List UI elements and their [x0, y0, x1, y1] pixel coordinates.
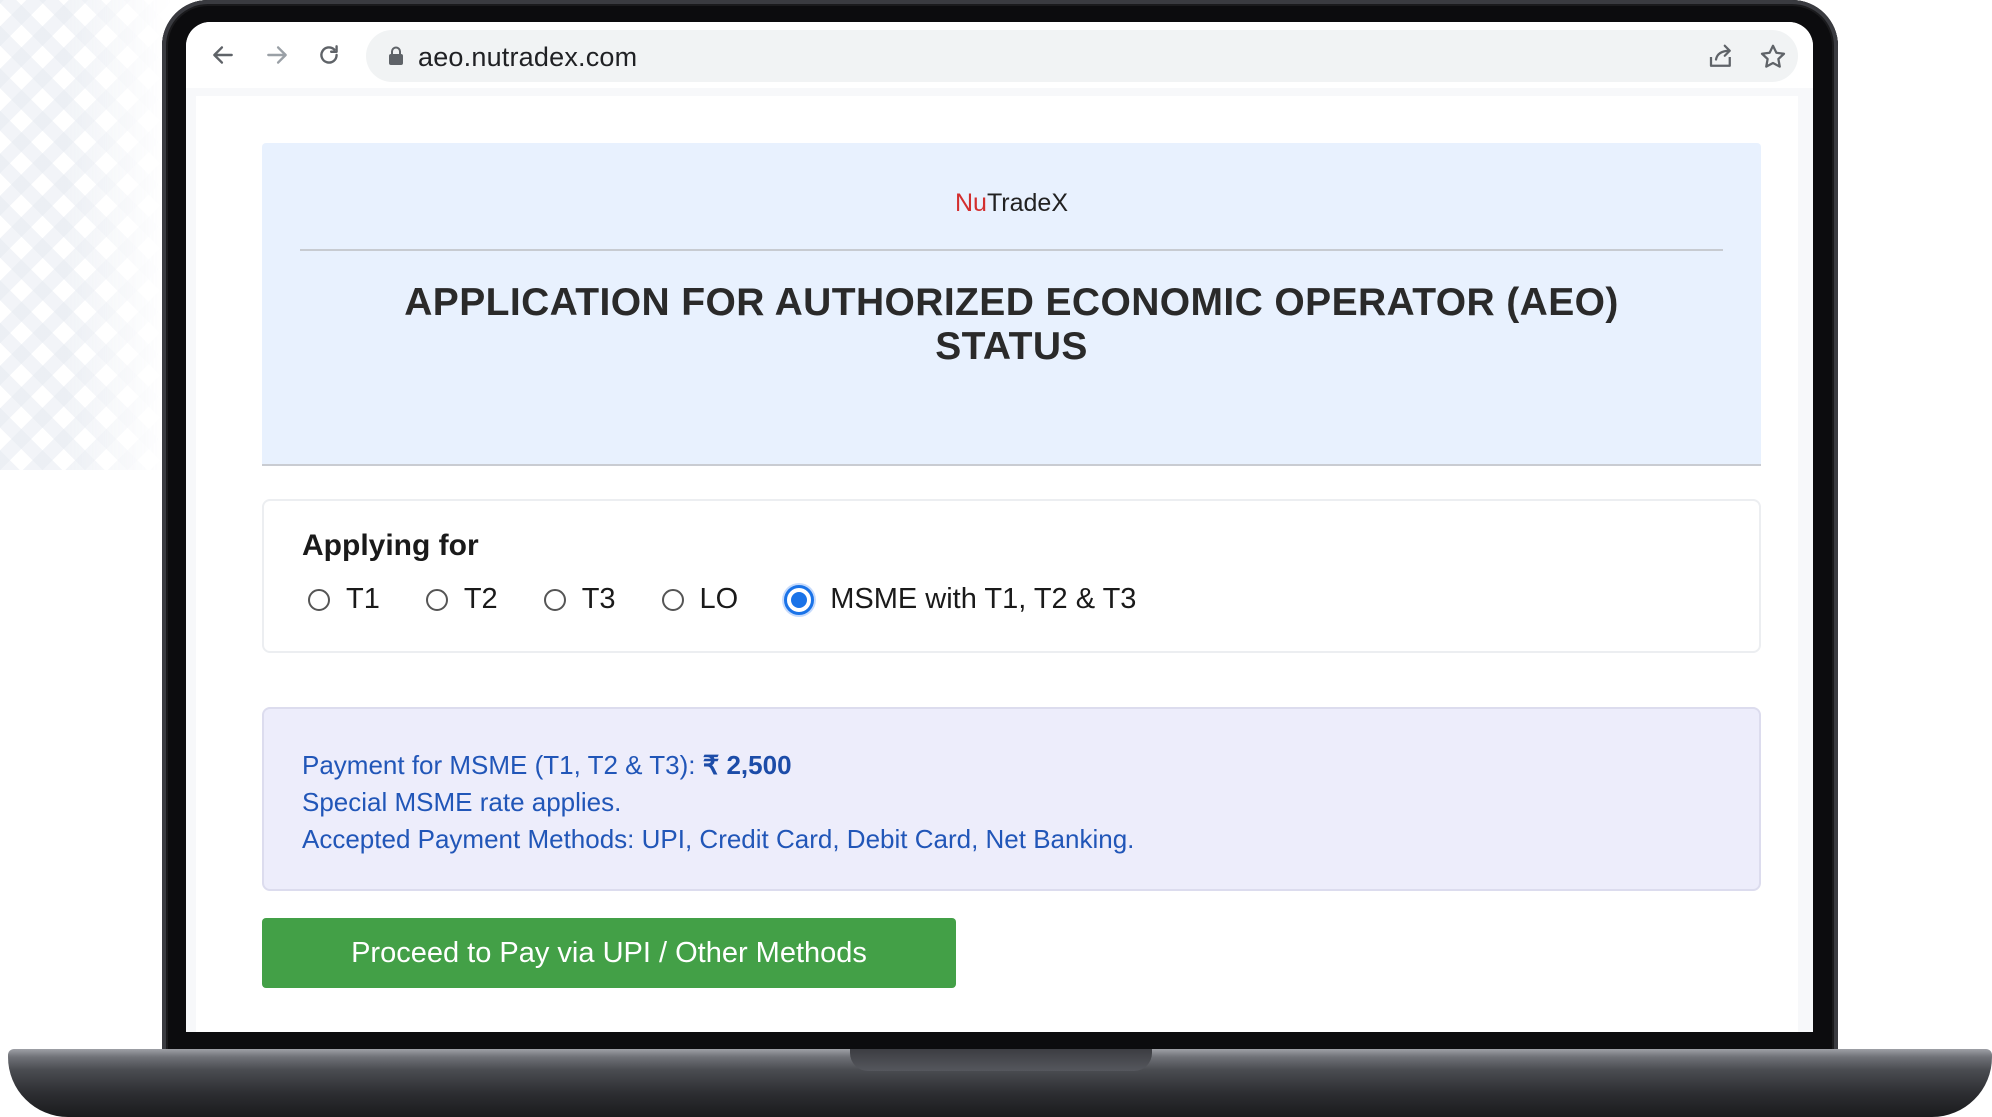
payment-line-prefix: Payment for MSME (T1, T2 & T3):: [302, 750, 703, 780]
radio-t3[interactable]: [543, 588, 566, 611]
reload-button[interactable]: [312, 38, 346, 72]
brand-prefix: Nu: [954, 189, 987, 217]
share-icon[interactable]: [1706, 42, 1736, 72]
brand-logo: NuTradeX: [262, 189, 1761, 218]
payment-info-box: Payment for MSME (T1, T2 & T3): ₹ 2,500 …: [262, 707, 1761, 891]
laptop-notch: [850, 1049, 1152, 1071]
browser-toolbar: aeo.nutradex.com: [186, 22, 1813, 88]
option-lo[interactable]: LO: [661, 583, 739, 616]
payment-amount: ₹ 2,500: [702, 750, 792, 780]
option-t3[interactable]: T3: [543, 583, 616, 616]
reload-icon: [320, 45, 338, 64]
option-label: T2: [463, 583, 498, 615]
option-label: MSME with T1, T2 & T3: [830, 583, 1137, 615]
option-msme[interactable]: MSME with T1, T2 & T3: [784, 583, 1136, 616]
page-viewport: NuTradeX APPLICATION FOR AUTHORIZED ECON…: [186, 88, 1813, 1032]
back-arrow-icon: [213, 46, 233, 64]
stage: aeo.nutradex.com NuTradeX APPLICATION FO…: [0, 0, 1992, 1117]
forward-button[interactable]: [260, 38, 294, 72]
applying-for-section: Applying for T1 T2 T3 LO MSME with T1, T…: [262, 499, 1761, 653]
option-label: LO: [699, 583, 739, 615]
applying-for-options: T1 T2 T3 LO MSME with T1, T2 & T3: [308, 583, 1182, 616]
lock-icon: [389, 46, 403, 65]
payment-amount-line: Payment for MSME (T1, T2 & T3): ₹ 2,500: [302, 747, 1134, 784]
application-form: NuTradeX APPLICATION FOR AUTHORIZED ECON…: [196, 96, 1798, 1032]
form-header: NuTradeX APPLICATION FOR AUTHORIZED ECON…: [262, 143, 1761, 466]
star-icon[interactable]: [1758, 42, 1788, 72]
proceed-to-pay-button[interactable]: Proceed to Pay via UPI / Other Methods: [262, 918, 956, 988]
option-label: T1: [346, 583, 380, 615]
radio-msme-selected[interactable]: [784, 584, 815, 615]
url-text: aeo.nutradex.com: [418, 42, 638, 72]
radio-t2[interactable]: [425, 588, 448, 611]
option-t2[interactable]: T2: [425, 583, 498, 616]
applying-for-label: Applying for: [302, 529, 479, 562]
radio-lo[interactable]: [661, 588, 684, 611]
title-line-2: STATUS: [935, 325, 1088, 368]
brand-suffix: TradeX: [986, 189, 1069, 217]
background-pattern: [0, 0, 170, 470]
payment-details: Payment for MSME (T1, T2 & T3): ₹ 2,500 …: [302, 747, 1134, 858]
back-button[interactable]: [206, 38, 240, 72]
option-label: T3: [581, 583, 616, 615]
header-divider: [300, 249, 1723, 251]
forward-arrow-icon: [267, 46, 287, 64]
payment-methods-note: Accepted Payment Methods: UPI, Credit Ca…: [302, 824, 1135, 854]
option-t1[interactable]: T1: [308, 583, 380, 616]
title-line-1: APPLICATION FOR AUTHORIZED ECONOMIC OPER…: [404, 281, 1619, 324]
address-bar[interactable]: aeo.nutradex.com: [366, 30, 1798, 82]
radio-t1[interactable]: [308, 588, 330, 611]
payment-rate-note: Special MSME rate applies.: [302, 787, 622, 817]
page-title: APPLICATION FOR AUTHORIZED ECONOMIC OPER…: [302, 281, 1721, 369]
browser-window: aeo.nutradex.com NuTradeX APPLICATION FO…: [186, 22, 1813, 1032]
